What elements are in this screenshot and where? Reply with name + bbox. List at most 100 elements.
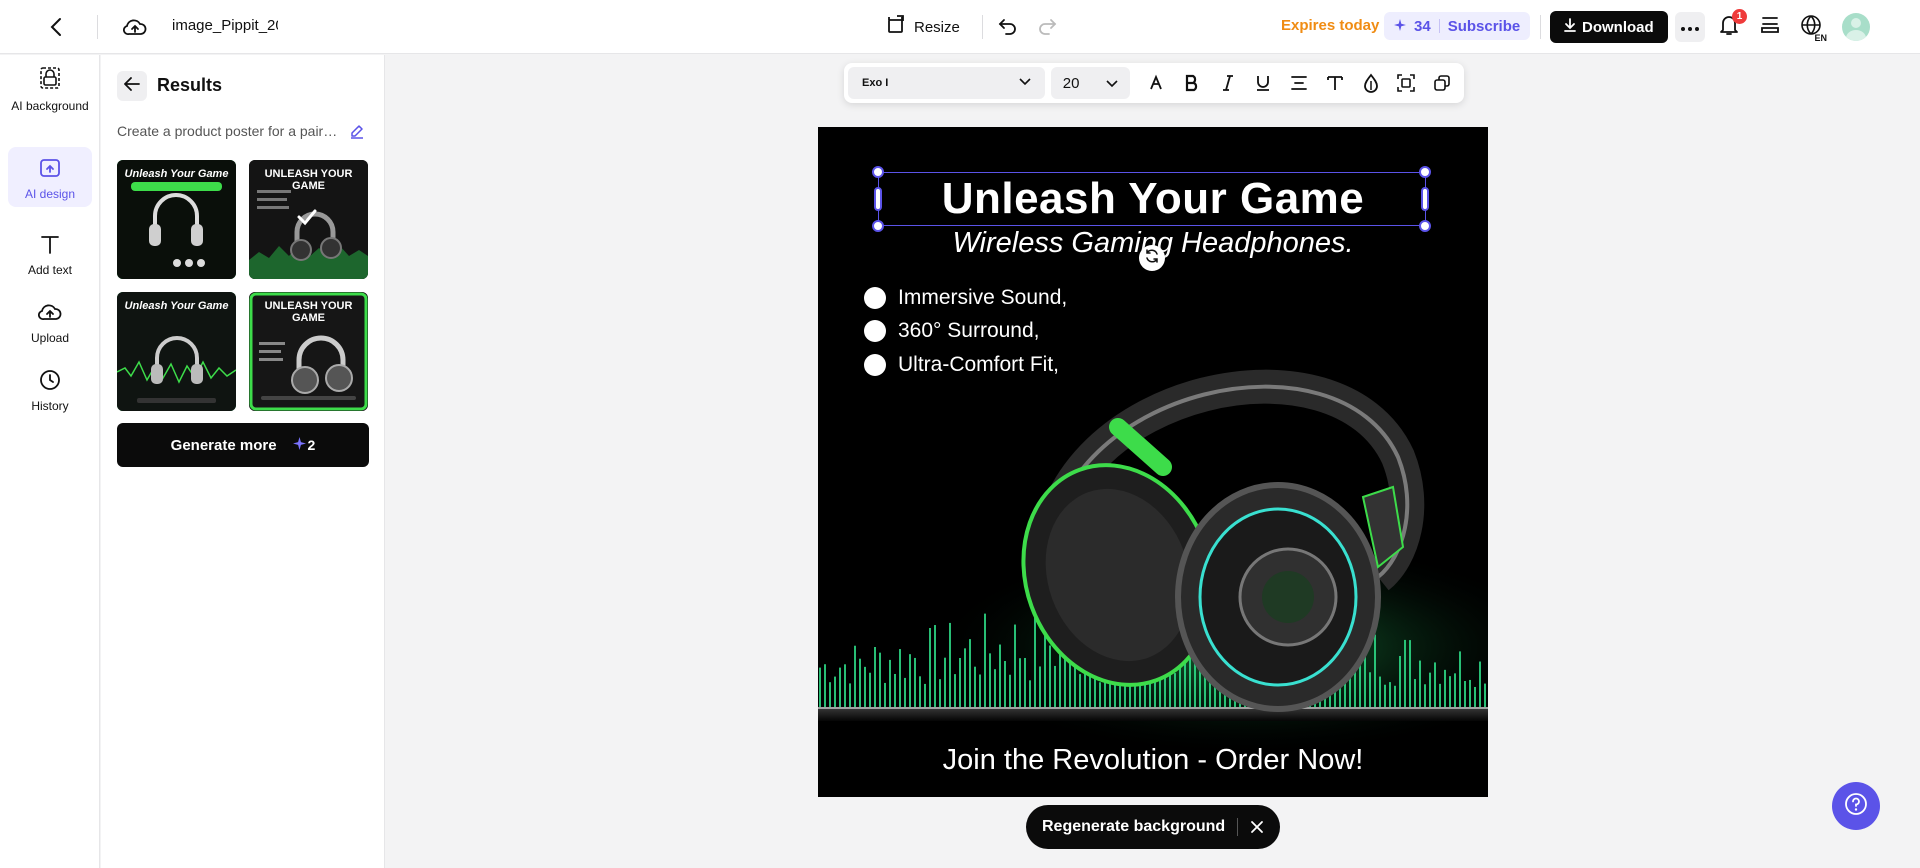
align-center-icon[interactable] — [1281, 67, 1317, 99]
notifications-button[interactable]: 1 — [1717, 9, 1747, 39]
regenerate-background-button[interactable]: Regenerate background — [1042, 818, 1225, 836]
bullet-dot — [864, 287, 886, 309]
notification-badge: 1 — [1732, 9, 1747, 24]
resize-handle[interactable] — [872, 220, 884, 232]
opacity-drop-icon[interactable] — [1353, 67, 1389, 99]
resize-button[interactable]: Resize — [886, 15, 960, 40]
divider — [1237, 818, 1239, 836]
resize-label: Resize — [914, 19, 960, 36]
result-thumbnail-4[interactable]: UNLEASH YOUR GAME — [249, 292, 368, 411]
font-size-value: 20 — [1062, 74, 1080, 92]
ocr-scan-icon[interactable] — [1389, 67, 1425, 99]
rail-label: Add text — [27, 263, 73, 277]
font-color-icon[interactable] — [1138, 67, 1174, 99]
poster-cta[interactable]: Join the Revolution - Order Now! — [818, 744, 1488, 777]
resize-handle[interactable] — [1419, 166, 1431, 178]
results-panel: Results Create a product poster for a pa… — [101, 55, 385, 868]
rail-item-history[interactable]: History — [8, 359, 92, 417]
upload-icon — [38, 301, 62, 328]
rail-item-ai-design[interactable]: AI design — [8, 147, 92, 207]
user-avatar[interactable] — [1842, 13, 1870, 41]
underline-icon[interactable] — [1246, 67, 1282, 99]
question-icon — [1844, 792, 1868, 821]
language-code: EN — [1814, 33, 1827, 43]
arrow-left-icon — [123, 76, 140, 96]
generate-more-button[interactable]: Generate more 2 — [117, 423, 369, 467]
bold-icon[interactable] — [1174, 67, 1210, 99]
undo-icon[interactable] — [996, 15, 1020, 39]
rotate-handle[interactable] — [1139, 245, 1165, 271]
design-canvas[interactable]: Unleash Your Game Wireless Gaming Headph… — [818, 127, 1488, 797]
selection-box — [878, 172, 1426, 226]
feature-bullet[interactable]: Immersive Sound, — [864, 286, 1067, 310]
rail-label: AI background — [11, 99, 89, 113]
rail-label: History — [31, 399, 69, 413]
help-button[interactable] — [1832, 782, 1880, 830]
top-bar: image_Pippit_20 Resize Expires today 34 … — [0, 0, 1920, 54]
prompt-text: Create a product poster for a pair of wi… — [117, 123, 339, 139]
result-thumbnail-1[interactable]: Unleash Your Game — [117, 160, 236, 279]
text-icon — [39, 233, 61, 260]
rotate-icon — [1144, 248, 1160, 269]
chevron-down-icon — [1106, 75, 1118, 92]
language-button[interactable]: EN — [1797, 14, 1827, 43]
download-label: Download — [1582, 18, 1654, 36]
rail-item-add-text[interactable]: Add text — [8, 223, 92, 281]
text-style-icon[interactable] — [1317, 67, 1353, 99]
download-icon — [1564, 18, 1576, 36]
rail-item-ai-background[interactable]: AI background — [8, 55, 92, 133]
file-name[interactable]: image_Pippit_20 — [172, 17, 278, 34]
sparkle-icon — [1394, 18, 1406, 35]
layers-icon — [1760, 16, 1780, 39]
feature-bullet[interactable]: 360° Surround, — [864, 319, 1040, 343]
rail-label: Upload — [30, 331, 70, 345]
font-size-select[interactable]: 20 — [1050, 67, 1131, 99]
thumbnail-title: Unleash Your Game — [124, 300, 229, 312]
cloud-save-icon[interactable] — [122, 14, 148, 40]
generate-more-label: Generate more — [170, 436, 277, 454]
more-icon — [1681, 18, 1699, 36]
bullet-dot — [864, 320, 886, 342]
resize-handle[interactable] — [872, 166, 884, 178]
text-format-toolbar: Exo I 20 — [844, 63, 1464, 103]
font-family-select[interactable]: Exo I — [848, 67, 1045, 99]
credits-pill[interactable]: 34 Subscribe — [1384, 12, 1531, 40]
subscribe-link[interactable]: Subscribe — [1448, 18, 1521, 35]
italic-icon[interactable] — [1210, 67, 1246, 99]
thumbnail-title: UNLEASH YOUR GAME — [264, 300, 353, 324]
history-icon — [39, 369, 61, 396]
results-back-button[interactable] — [117, 71, 147, 101]
results-title: Results — [157, 75, 223, 95]
result-thumbnail-3[interactable]: Unleash Your Game — [117, 292, 236, 411]
rail-label: AI design — [24, 187, 76, 201]
generate-cost-value: 2 — [307, 437, 316, 453]
generate-cost: 2 — [292, 437, 316, 453]
thumbnail-title: UNLEASH YOUR GAME — [264, 168, 353, 192]
more-options-button[interactable] — [1675, 12, 1705, 42]
resize-handle[interactable] — [1421, 187, 1429, 211]
divider — [97, 15, 98, 39]
result-thumbnail-2[interactable]: UNLEASH YOUR GAME — [249, 160, 368, 279]
download-button[interactable]: Download — [1550, 11, 1668, 43]
resize-icon — [886, 15, 906, 40]
rail-item-upload[interactable]: Upload — [8, 291, 92, 349]
font-family-value: Exo I — [862, 77, 889, 89]
close-icon[interactable] — [1250, 820, 1264, 834]
bullet-dot — [864, 354, 886, 376]
divider — [982, 15, 983, 39]
chevron-down-icon — [1019, 77, 1031, 89]
resize-handle[interactable] — [1419, 220, 1431, 232]
layers-button[interactable] — [1758, 15, 1782, 39]
sparkle-icon — [292, 437, 306, 453]
ai-design-icon — [38, 157, 62, 184]
resize-handle[interactable] — [874, 187, 882, 211]
feature-bullet[interactable]: Ultra-Comfort Fit, — [864, 353, 1059, 377]
divider — [1540, 15, 1541, 39]
back-arrow-icon[interactable] — [44, 15, 68, 39]
feature-text: Immersive Sound, — [898, 286, 1068, 309]
expires-label: Expires today — [1281, 17, 1380, 34]
ai-background-icon — [38, 65, 62, 96]
redo-icon[interactable] — [1035, 15, 1059, 39]
duplicate-icon[interactable] — [1424, 67, 1460, 99]
edit-prompt-icon[interactable] — [349, 123, 365, 139]
